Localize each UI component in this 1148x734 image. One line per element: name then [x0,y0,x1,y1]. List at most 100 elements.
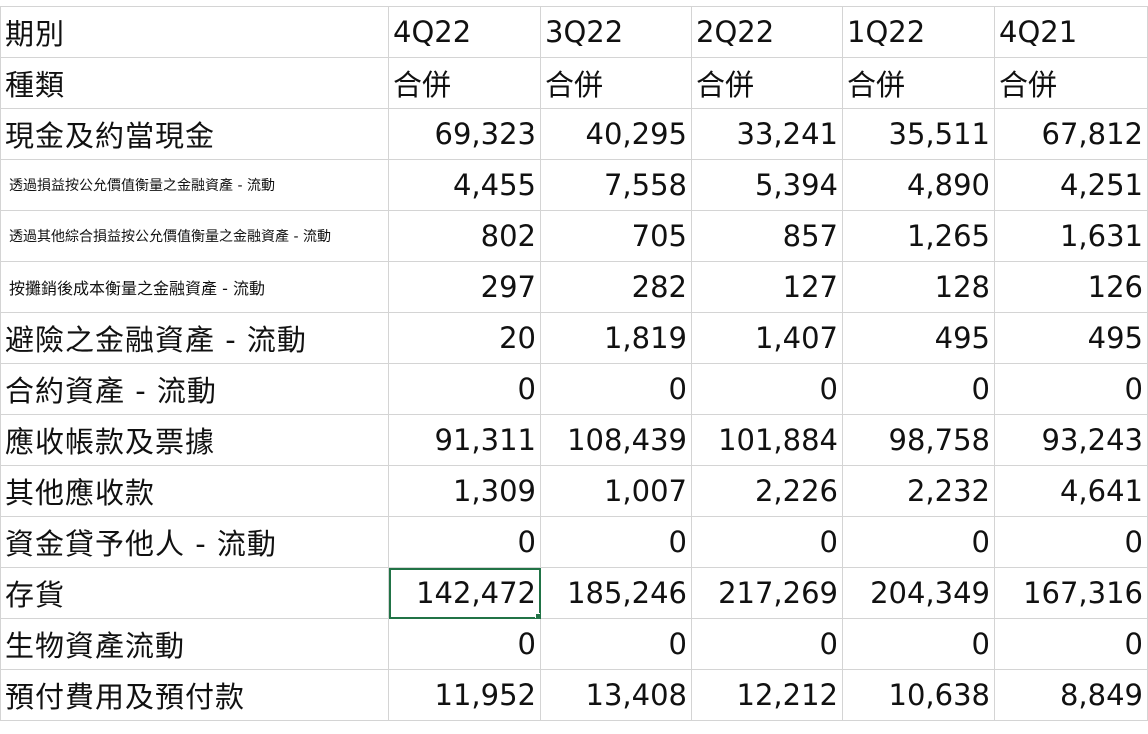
period-header-cell[interactable]: 3Q22 [540,6,692,58]
value-cell[interactable]: 0 [388,363,541,415]
value-cell[interactable]: 108,439 [540,414,692,466]
value-cell[interactable]: 0 [691,618,843,670]
table-row: 合約資產 - 流動 0 0 0 0 0 [0,363,1148,415]
value-cell[interactable]: 11,952 [388,669,541,721]
period-header-cell[interactable]: 2Q22 [691,6,843,58]
row-label-cell[interactable]: 生物資產流動 [0,618,389,670]
value-cell[interactable]: 0 [691,516,843,568]
table-row: 透過損益按公允價值衡量之金融資產 - 流動 4,455 7,558 5,394 4,89… [0,159,1148,211]
type-header-cell[interactable]: 合併 [994,57,1148,109]
row-label-cell[interactable]: 應收帳款及票據 [0,414,389,466]
table-row: 資金貸予他人 - 流動 0 0 0 0 0 [0,516,1148,568]
table-row: 應收帳款及票據 91,311 108,439 101,884 98,758 93,243 [0,414,1148,466]
value-cell[interactable]: 0 [388,618,541,670]
row-label-cell[interactable]: 合約資產 - 流動 [0,363,389,415]
type-header-cell[interactable]: 合併 [540,57,692,109]
table-row: 避險之金融資產 - 流動 20 1,819 1,407 495 495 [0,312,1148,364]
period-header-cell[interactable]: 4Q21 [994,6,1148,58]
value-cell[interactable]: 282 [540,261,692,313]
value-cell[interactable]: 1,007 [540,465,692,517]
value-cell[interactable]: 167,316 [994,567,1148,619]
value-cell[interactable]: 0 [842,516,995,568]
value-cell[interactable]: 67,812 [994,108,1148,160]
value-cell[interactable]: 13,408 [540,669,692,721]
type-label-cell[interactable]: 種類 [0,57,389,109]
value-cell[interactable]: 4,890 [842,159,995,211]
row-label-cell[interactable]: 資金貸予他人 - 流動 [0,516,389,568]
value-cell[interactable]: 217,269 [691,567,843,619]
value-cell[interactable]: 0 [540,618,692,670]
value-cell[interactable]: 0 [691,363,843,415]
type-header-cell[interactable]: 合併 [691,57,843,109]
header-row-type: 種類 合併 合併 合併 合併 合併 [0,57,1148,109]
period-label-cell[interactable]: 期別 [0,6,389,58]
fill-handle[interactable] [535,613,540,618]
type-header-cell[interactable]: 合併 [388,57,541,109]
value-cell[interactable]: 0 [842,618,995,670]
value-cell[interactable]: 0 [540,363,692,415]
value-cell[interactable]: 69,323 [388,108,541,160]
table-row: 預付費用及預付款 11,952 13,408 12,212 10,638 8,849 [0,669,1148,721]
value-cell[interactable]: 185,246 [540,567,692,619]
value-cell[interactable]: 4,251 [994,159,1148,211]
value-cell[interactable]: 1,309 [388,465,541,517]
value-cell[interactable]: 5,394 [691,159,843,211]
value-cell[interactable]: 802 [388,210,541,262]
value-cell[interactable]: 495 [842,312,995,364]
row-label-cell[interactable]: 其他應收款 [0,465,389,517]
period-header-cell[interactable]: 1Q22 [842,6,995,58]
table-row: 按攤銷後成本衡量之金融資產 - 流動 297 282 127 128 126 [0,261,1148,313]
table-row: 存貨 142,472 185,246 217,269 204,349 167,316 [0,567,1148,619]
row-label-cell[interactable]: 避險之金融資產 - 流動 [0,312,389,364]
table-row: 現金及約當現金 69,323 40,295 33,241 35,511 67,812 [0,108,1148,160]
value-cell[interactable]: 0 [994,516,1148,568]
value-cell[interactable]: 33,241 [691,108,843,160]
period-header-cell[interactable]: 4Q22 [388,6,541,58]
value-cell[interactable]: 10,638 [842,669,995,721]
value-cell[interactable]: 1,819 [540,312,692,364]
value-cell[interactable]: 91,311 [388,414,541,466]
value-cell[interactable]: 2,232 [842,465,995,517]
row-label-cell[interactable]: 預付費用及預付款 [0,669,389,721]
value-cell[interactable]: 35,511 [842,108,995,160]
table-row: 生物資產流動 0 0 0 0 0 [0,618,1148,670]
table-row: 透過其他綜合損益按公允價值衡量之金融資產 - 流動 802 705 857 1,265 1… [0,210,1148,262]
row-label-cell[interactable]: 透過其他綜合損益按公允價值衡量之金融資產 - 流動 [0,210,389,262]
value-cell[interactable]: 127 [691,261,843,313]
value-cell[interactable]: 1,631 [994,210,1148,262]
value-cell[interactable]: 857 [691,210,843,262]
value-cell[interactable]: 1,407 [691,312,843,364]
value-cell[interactable]: 20 [388,312,541,364]
row-label-cell[interactable]: 存貨 [0,567,389,619]
value-cell[interactable]: 0 [994,363,1148,415]
spreadsheet-grid: 期別 4Q22 3Q22 2Q22 1Q22 4Q21 種類 合併 合併 合併 合併 合併 現金及約當現… [0,6,1148,721]
value-cell[interactable]: 4,455 [388,159,541,211]
value-cell[interactable]: 98,758 [842,414,995,466]
row-label-cell[interactable]: 按攤銷後成本衡量之金融資產 - 流動 [0,261,389,313]
row-label-cell[interactable]: 透過損益按公允價值衡量之金融資產 - 流動 [0,159,389,211]
value-cell[interactable]: 2,226 [691,465,843,517]
header-row-period: 期別 4Q22 3Q22 2Q22 1Q22 4Q21 [0,6,1148,58]
value-cell[interactable]: 126 [994,261,1148,313]
value-cell[interactable]: 1,265 [842,210,995,262]
value-cell[interactable]: 8,849 [994,669,1148,721]
value-cell[interactable]: 0 [994,618,1148,670]
value-cell[interactable]: 705 [540,210,692,262]
value-cell[interactable]: 40,295 [540,108,692,160]
value-cell[interactable]: 12,212 [691,669,843,721]
value-cell[interactable]: 297 [388,261,541,313]
value-cell[interactable]: 0 [540,516,692,568]
value-cell[interactable]: 0 [842,363,995,415]
value-cell[interactable]: 7,558 [540,159,692,211]
value-cell[interactable]: 128 [842,261,995,313]
value-cell[interactable]: 204,349 [842,567,995,619]
value-cell[interactable]: 0 [388,516,541,568]
value-cell[interactable]: 101,884 [691,414,843,466]
row-label-cell[interactable]: 現金及約當現金 [0,108,389,160]
table-row: 其他應收款 1,309 1,007 2,226 2,232 4,641 [0,465,1148,517]
value-cell[interactable]: 4,641 [994,465,1148,517]
value-cell[interactable]: 495 [994,312,1148,364]
selected-cell[interactable]: 142,472 [388,567,541,619]
value-cell[interactable]: 93,243 [994,414,1148,466]
type-header-cell[interactable]: 合併 [842,57,995,109]
